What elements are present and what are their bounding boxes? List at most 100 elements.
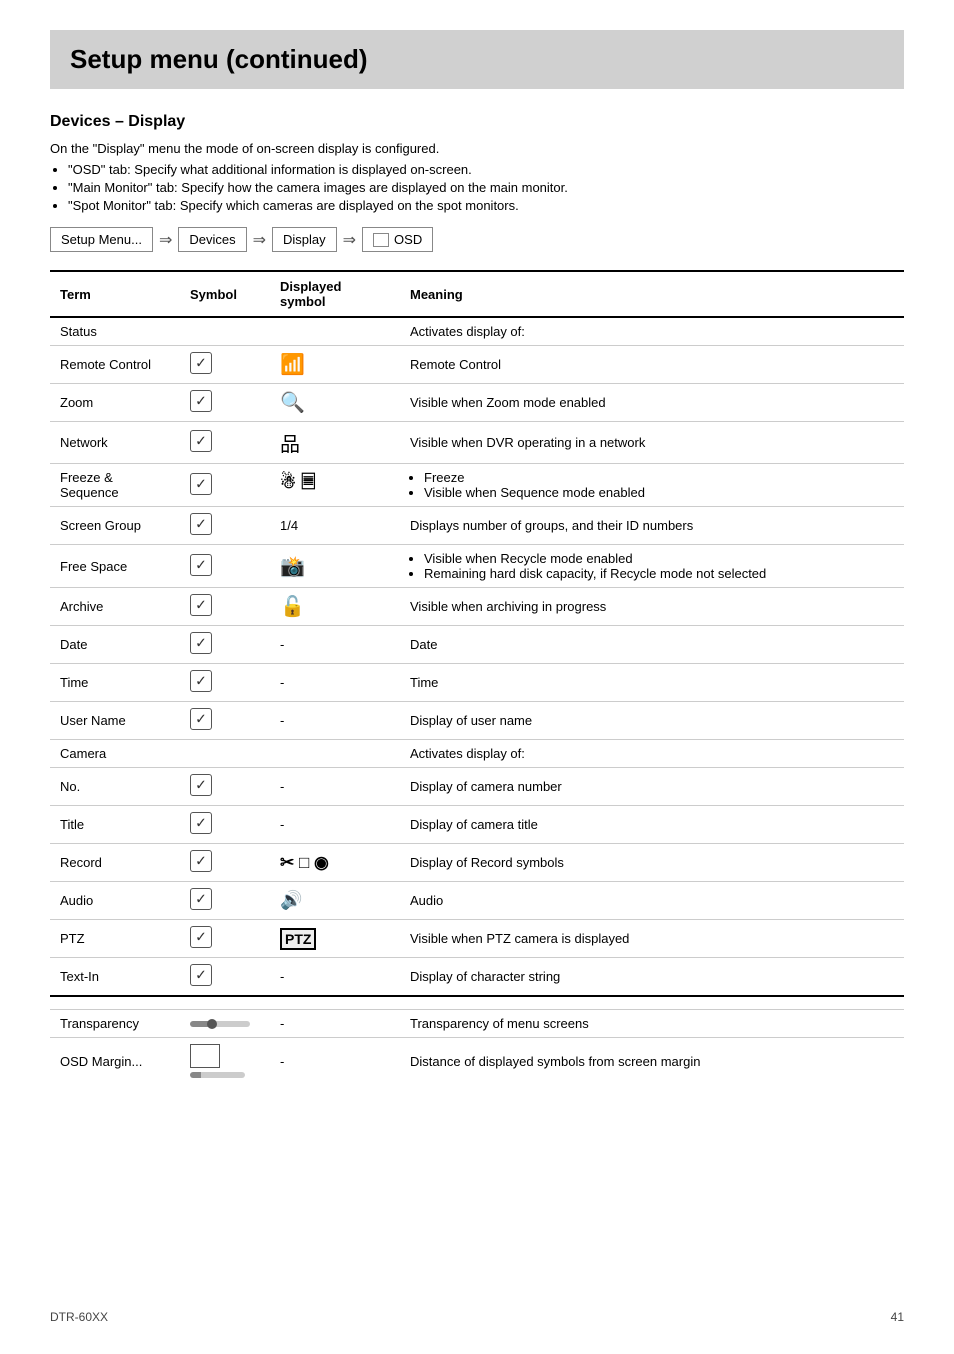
header-symbol: Symbol — [180, 271, 270, 317]
displayed-cell: - — [270, 1038, 400, 1085]
intro-text: On the "Display" menu the mode of on-scr… — [50, 141, 904, 156]
table-row: Record ✂ □ ◉ Display of Record symbols — [50, 844, 904, 882]
term-cell: Zoom — [50, 384, 180, 422]
term-cell: Remote Control — [50, 346, 180, 384]
term-cell: Audio — [50, 882, 180, 920]
freespace-symbol: 📸 — [280, 556, 305, 578]
displayed-cell: 📸 — [270, 545, 400, 588]
symbol-cell — [180, 317, 270, 346]
table-row: Status Activates display of: — [50, 317, 904, 346]
symbol-cell — [180, 626, 270, 664]
checkbox-icon — [190, 473, 212, 495]
displayed-cell: 🔊 — [270, 882, 400, 920]
header-displayed: Displayed symbol — [270, 271, 400, 317]
osd-icon — [373, 233, 389, 247]
meaning-cell: Display of camera title — [400, 806, 904, 844]
meaning-cell: Time — [400, 664, 904, 702]
displayed-cell: 📶 — [270, 346, 400, 384]
table-row: PTZ PTZ Visible when PTZ camera is displ… — [50, 920, 904, 958]
term-cell: Freeze & Sequence — [50, 464, 180, 507]
remote-symbol: 📶 — [280, 354, 305, 376]
checkbox-icon — [190, 390, 212, 412]
term-cell: Transparency — [50, 1010, 180, 1038]
audio-symbol: 🔊 — [280, 890, 302, 910]
page-footer: DTR-60XX 41 — [50, 1310, 904, 1324]
term-cell: No. — [50, 768, 180, 806]
breadcrumb-osd-label: OSD — [394, 232, 422, 247]
page-title: Setup menu (continued) — [70, 44, 884, 75]
table-row: Date - Date — [50, 626, 904, 664]
section-title: Devices – Display — [50, 113, 904, 131]
table-row: Camera Activates display of: — [50, 740, 904, 768]
displayed-cell: - — [270, 958, 400, 997]
displayed-cell: - — [270, 626, 400, 664]
displayed-cell: 🔍 — [270, 384, 400, 422]
symbol-cell — [180, 740, 270, 768]
symbol-cell — [180, 588, 270, 626]
term-cell: PTZ — [50, 920, 180, 958]
slider-track — [190, 1021, 250, 1027]
term-cell: Record — [50, 844, 180, 882]
meaning-cell: Visible when Zoom mode enabled — [400, 384, 904, 422]
meaning-cell: Displays number of groups, and their ID … — [400, 507, 904, 545]
meaning-cell: Display of camera number — [400, 768, 904, 806]
ptz-symbol: PTZ — [280, 928, 316, 950]
breadcrumb: Setup Menu... ⇒ Devices ⇒ Display ⇒ OSD — [50, 227, 904, 252]
table-row: Network 品 Visible when DVR operating in … — [50, 422, 904, 464]
symbol-cell — [180, 806, 270, 844]
symbol-cell — [180, 844, 270, 882]
freeze-seq-symbol: ☃ 🗏 — [280, 472, 316, 492]
breadcrumb-setup-menu[interactable]: Setup Menu... — [50, 227, 153, 252]
symbol-cell — [180, 507, 270, 545]
breadcrumb-arrow-2: ⇒ — [253, 230, 266, 250]
breadcrumb-osd[interactable]: OSD — [362, 227, 433, 252]
header-meaning: Meaning — [400, 271, 904, 317]
checkbox-icon — [190, 964, 212, 986]
meaning-cell: Activates display of: — [400, 740, 904, 768]
table-row-empty — [50, 996, 904, 1010]
symbol-cell — [180, 702, 270, 740]
checkbox-icon — [190, 670, 212, 692]
symbol-cell — [180, 1010, 270, 1038]
meaning-cell: Freeze Visible when Sequence mode enable… — [400, 464, 904, 507]
meaning-cell: Display of character string — [400, 958, 904, 997]
displayed-cell: - — [270, 664, 400, 702]
meaning-cell: Visible when archiving in progress — [400, 588, 904, 626]
table-row: Archive 🔓 Visible when archiving in prog… — [50, 588, 904, 626]
meaning-cell: Date — [400, 626, 904, 664]
displayed-cell: 🔓 — [270, 588, 400, 626]
symbol-cell — [180, 664, 270, 702]
table-row: Title - Display of camera title — [50, 806, 904, 844]
checkbox-icon — [190, 632, 212, 654]
displayed-cell: 品 — [270, 422, 400, 464]
slider-thumb — [207, 1019, 217, 1029]
checkbox-icon — [190, 774, 212, 796]
term-cell: Archive — [50, 588, 180, 626]
transparency-slider[interactable] — [190, 1021, 260, 1027]
meaning-list: Visible when Recycle mode enabled Remain… — [410, 551, 894, 581]
checkbox-icon — [190, 888, 212, 910]
breadcrumb-arrow-1: ⇒ — [159, 230, 172, 250]
term-cell: Free Space — [50, 545, 180, 588]
meaning-cell: Distance of displayed symbols from scree… — [400, 1038, 904, 1085]
displayed-cell: ☃ 🗏 — [270, 464, 400, 507]
table-row: OSD Margin... - Distance of displayed sy… — [50, 1038, 904, 1085]
checkbox-icon — [190, 352, 212, 374]
breadcrumb-devices[interactable]: Devices — [178, 227, 246, 252]
meaning-item: Remaining hard disk capacity, if Recycle… — [424, 566, 894, 581]
osd-margin-control[interactable] — [190, 1044, 260, 1078]
displayed-cell: PTZ — [270, 920, 400, 958]
margin-slider-track — [190, 1072, 245, 1078]
main-table: Term Symbol Displayed symbol Meaning Sta… — [50, 270, 904, 1084]
checkbox-icon — [190, 708, 212, 730]
table-row: Transparency - Transparency of menu scre… — [50, 1010, 904, 1038]
bullet-item-3: "Spot Monitor" tab: Specify which camera… — [68, 198, 904, 213]
term-cell: Camera — [50, 740, 180, 768]
record-symbol: ✂ □ ◉ — [280, 853, 329, 872]
bullet-list: "OSD" tab: Specify what additional infor… — [68, 162, 904, 213]
breadcrumb-display[interactable]: Display — [272, 227, 337, 252]
table-row: Remote Control 📶 Remote Control — [50, 346, 904, 384]
meaning-cell: Visible when Recycle mode enabled Remain… — [400, 545, 904, 588]
term-cell: Network — [50, 422, 180, 464]
term-cell: User Name — [50, 702, 180, 740]
